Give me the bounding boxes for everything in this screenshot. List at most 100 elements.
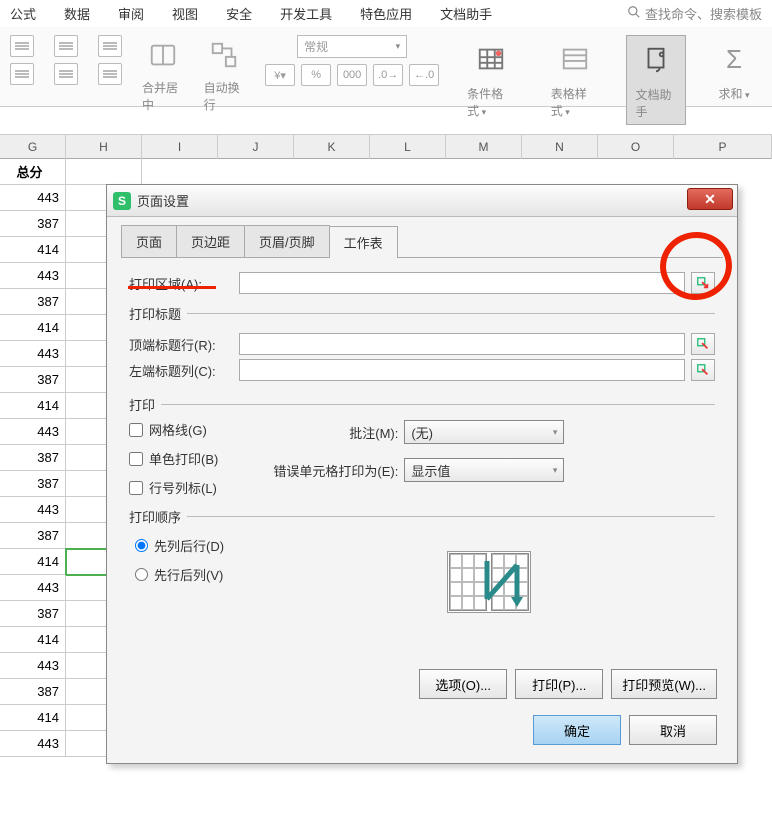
- gridlines-checkbox[interactable]: 网格线(G): [129, 420, 218, 439]
- options-button[interactable]: 选项(O)...: [419, 669, 507, 699]
- col-header[interactable]: O: [598, 135, 674, 159]
- number-format-combo[interactable]: 常规▾: [297, 35, 407, 58]
- cell[interactable]: 387: [0, 211, 66, 237]
- cell[interactable]: 414: [0, 705, 66, 731]
- cell[interactable]: 414: [0, 549, 66, 575]
- merge-group[interactable]: 合并居中: [142, 35, 184, 113]
- decimal-decrease-icon[interactable]: ←.0: [409, 64, 439, 86]
- col-header[interactable]: P: [674, 135, 772, 159]
- currency-icon[interactable]: ¥▾: [265, 64, 295, 86]
- cell[interactable]: 387: [0, 445, 66, 471]
- cell[interactable]: 443: [0, 731, 66, 757]
- col-header[interactable]: N: [522, 135, 598, 159]
- menu-item[interactable]: 数据: [64, 4, 90, 23]
- cancel-button[interactable]: 取消: [629, 715, 717, 745]
- indent-decrease-icon[interactable]: [54, 35, 78, 57]
- cell[interactable]: 387: [0, 289, 66, 315]
- cell[interactable]: [66, 159, 142, 185]
- conditional-format-button[interactable]: 条件格式 ▾: [459, 35, 523, 123]
- cell[interactable]: 414: [0, 393, 66, 419]
- monochrome-checkbox[interactable]: 单色打印(B): [129, 449, 218, 468]
- page-setup-dialog: S 页面设置 ✕ 页面 页边距 页眉/页脚 工作表 打印区域(A): 打印标题 …: [106, 184, 738, 764]
- print-preview-button[interactable]: 打印预览(W)...: [611, 669, 717, 699]
- indent-group: [10, 35, 122, 85]
- menu-item[interactable]: 文档助手: [440, 4, 492, 23]
- cell[interactable]: 443: [0, 497, 66, 523]
- search-box[interactable]: 查找命令、搜索模板: [627, 4, 762, 23]
- indent-icon[interactable]: [98, 35, 122, 57]
- collapse-dialog-button[interactable]: [691, 333, 715, 355]
- col-header[interactable]: I: [142, 135, 218, 159]
- indent-increase-icon[interactable]: [10, 35, 34, 57]
- row-col-headers-checkbox[interactable]: 行号列标(L): [129, 478, 218, 497]
- cell[interactable]: 443: [0, 419, 66, 445]
- wrap-group[interactable]: 自动换行: [204, 35, 246, 113]
- cell[interactable]: 443: [0, 263, 66, 289]
- close-button[interactable]: ✕: [687, 188, 733, 210]
- print-area-label: 打印区域(A):: [129, 274, 239, 293]
- cell-header[interactable]: 总分: [0, 159, 66, 185]
- cell[interactable]: 443: [0, 341, 66, 367]
- menu-item[interactable]: 审阅: [118, 4, 144, 23]
- print-area-input[interactable]: [239, 272, 685, 294]
- tab-sheet[interactable]: 工作表: [329, 226, 398, 258]
- merge-label: 合并居中: [142, 79, 184, 113]
- menu-item[interactable]: 安全: [226, 4, 252, 23]
- dialog-tabs: 页面 页边距 页眉/页脚 工作表: [121, 225, 723, 258]
- tab-margins[interactable]: 页边距: [176, 225, 245, 257]
- cell[interactable]: 414: [0, 627, 66, 653]
- over-then-down-radio[interactable]: 先行后列(V): [135, 565, 715, 584]
- wrap-label: 自动换行: [204, 79, 246, 113]
- left-col-input[interactable]: [239, 359, 685, 381]
- cell[interactable]: 414: [0, 315, 66, 341]
- titlebar[interactable]: S 页面设置 ✕: [107, 185, 737, 217]
- cell[interactable]: 443: [0, 575, 66, 601]
- print-button[interactable]: 打印(P)...: [515, 669, 603, 699]
- cell[interactable]: 387: [0, 523, 66, 549]
- top-row-input[interactable]: [239, 333, 685, 355]
- percent-icon[interactable]: %: [301, 64, 331, 86]
- cell[interactable]: 443: [0, 185, 66, 211]
- column-headers: G H I J K L M N O P: [0, 135, 772, 159]
- cell[interactable]: 387: [0, 679, 66, 705]
- dialog-body: 打印区域(A): 打印标题 顶端标题行(R): 左端标题列(C): 打印 网格线…: [107, 258, 737, 594]
- errors-label: 错误单元格打印为(E):: [258, 461, 398, 480]
- cell[interactable]: 387: [0, 367, 66, 393]
- errors-dropdown[interactable]: 显示值▾: [404, 458, 564, 482]
- col-header[interactable]: H: [66, 135, 142, 159]
- ok-button[interactable]: 确定: [533, 715, 621, 745]
- search-icon: [627, 5, 641, 22]
- comma-icon[interactable]: 000: [337, 64, 367, 86]
- comments-dropdown[interactable]: (无)▾: [404, 420, 564, 444]
- col-header[interactable]: G: [0, 135, 66, 159]
- col-header[interactable]: K: [294, 135, 370, 159]
- cell[interactable]: 387: [0, 601, 66, 627]
- menu-item[interactable]: 公式: [10, 4, 36, 23]
- collapse-dialog-button[interactable]: [691, 359, 715, 381]
- col-header[interactable]: J: [218, 135, 294, 159]
- annotation-underline: [128, 286, 216, 289]
- page-order-legend: 打印顺序: [129, 507, 187, 526]
- menu-item[interactable]: 开发工具: [280, 4, 332, 23]
- comments-label: 批注(M):: [258, 423, 398, 442]
- align-icon[interactable]: [54, 63, 78, 85]
- tab-header-footer[interactable]: 页眉/页脚: [244, 225, 330, 257]
- down-then-over-radio[interactable]: 先列后行(D): [135, 536, 715, 555]
- cell[interactable]: 443: [0, 653, 66, 679]
- col-header[interactable]: M: [446, 135, 522, 159]
- menu-item[interactable]: 视图: [172, 4, 198, 23]
- print-titles-legend: 打印标题: [129, 304, 187, 323]
- cell[interactable]: 414: [0, 237, 66, 263]
- autosum-button[interactable]: Σ 求和 ▾: [706, 35, 762, 106]
- ribbon: 合并居中 自动换行 常规▾ ¥▾ % 000 .0→ ←.0 条件格式 ▾ 表格…: [0, 27, 772, 107]
- menu-item[interactable]: 特色应用: [360, 4, 412, 23]
- tab-page[interactable]: 页面: [121, 225, 177, 257]
- doc-helper-button[interactable]: 文档助手: [626, 35, 686, 125]
- decimal-increase-icon[interactable]: .0→: [373, 64, 403, 86]
- align-icon[interactable]: [10, 63, 34, 85]
- cell[interactable]: 387: [0, 471, 66, 497]
- left-col-label: 左端标题列(C):: [129, 361, 239, 380]
- table-style-button[interactable]: 表格样式 ▾: [543, 35, 607, 123]
- col-header[interactable]: L: [370, 135, 446, 159]
- align-icon[interactable]: [98, 63, 122, 85]
